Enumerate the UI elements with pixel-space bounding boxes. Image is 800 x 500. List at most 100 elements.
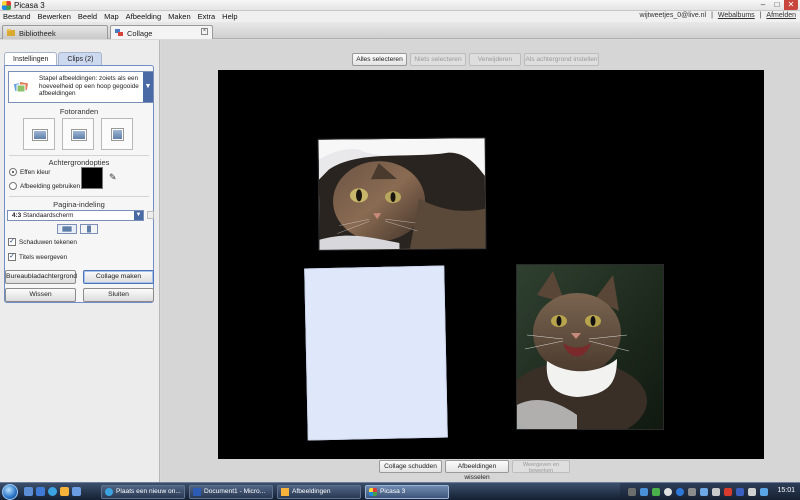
account-email: wijtweetjes_0@live.nl bbox=[639, 12, 707, 19]
logout-link[interactable]: Afmelden bbox=[766, 12, 796, 19]
menu-beeld[interactable]: Beeld bbox=[78, 12, 97, 21]
tray-icon[interactable] bbox=[736, 488, 744, 496]
menu-bestand[interactable]: Bestand bbox=[3, 12, 31, 21]
cat-photo-right[interactable] bbox=[516, 264, 664, 430]
use-image-label: Afbeelding gebruiken bbox=[20, 183, 81, 190]
menu-afbeelding[interactable]: Afbeelding bbox=[126, 12, 161, 21]
frame-polaroid-icon bbox=[33, 130, 47, 140]
collage-type-select[interactable]: Stapel afbeeldingen: zoiets als een hoev… bbox=[8, 71, 154, 103]
view-and-edit-button[interactable]: Weergeven en bewerken bbox=[512, 460, 570, 474]
collage-canvas[interactable] bbox=[218, 70, 764, 459]
close-tab-icon[interactable]: × bbox=[201, 28, 208, 35]
start-button[interactable] bbox=[2, 484, 18, 500]
picasa-icon bbox=[369, 488, 377, 496]
taskbar-item-label: Picasa 3 bbox=[380, 488, 406, 495]
picture-pile-icon bbox=[13, 80, 29, 93]
menu-maken[interactable]: Maken bbox=[168, 12, 191, 21]
solid-color-label: Effen kleur bbox=[20, 169, 51, 176]
view-and-edit-line2: bewerken bbox=[528, 468, 554, 474]
tray-icon[interactable] bbox=[652, 488, 660, 496]
page-format: Standaardscherm bbox=[23, 212, 74, 219]
select-none-button[interactable]: Niets selecteren bbox=[410, 53, 466, 66]
folder-quicklaunch-icon[interactable] bbox=[60, 487, 69, 496]
dropdown-arrow-icon[interactable]: ▼ bbox=[134, 211, 143, 220]
set-as-background-button[interactable]: Als achtergrond instellen bbox=[524, 53, 599, 66]
network-icon[interactable] bbox=[700, 488, 708, 496]
menu-separator: | bbox=[759, 12, 762, 19]
menu-help[interactable]: Help bbox=[222, 12, 237, 21]
window-title: Picasa 3 bbox=[14, 1, 45, 10]
frame-style-2-button[interactable] bbox=[62, 118, 94, 150]
taskbar-item-label: Document1 - Micro... bbox=[204, 488, 266, 495]
media-player-icon[interactable] bbox=[72, 487, 81, 496]
tray-icon[interactable] bbox=[688, 488, 696, 496]
frame-style-1-button[interactable] bbox=[23, 118, 55, 150]
tab-settings[interactable]: Instellingen bbox=[4, 52, 58, 65]
background-color-swatch[interactable] bbox=[81, 167, 103, 189]
internet-explorer-icon[interactable] bbox=[48, 487, 57, 496]
page-options-button[interactable] bbox=[147, 211, 154, 219]
close-window-icon[interactable]: ✕ bbox=[784, 0, 798, 10]
use-image-radio[interactable] bbox=[9, 182, 17, 190]
minimize-icon[interactable]: – bbox=[756, 0, 770, 10]
menu-extra[interactable]: Extra bbox=[198, 12, 216, 21]
menu-bewerken[interactable]: Bewerken bbox=[38, 12, 71, 21]
folder-icon bbox=[281, 488, 289, 496]
taskbar-item-picasa[interactable]: Picasa 3 bbox=[365, 485, 449, 499]
show-captions-checkbox[interactable]: ✓ bbox=[8, 253, 16, 261]
remove-button[interactable]: Verwijderen bbox=[469, 53, 521, 66]
web-albums-link[interactable]: Webalbums bbox=[718, 12, 755, 19]
cat-photo-top[interactable] bbox=[317, 137, 487, 251]
frame-none-icon bbox=[112, 129, 123, 140]
taskbar-item-forum[interactable]: Plaats een nieuw on... bbox=[101, 485, 185, 499]
portrait-orientation-button[interactable] bbox=[80, 224, 98, 234]
dropdown-arrow-icon[interactable]: ▼ bbox=[143, 72, 153, 102]
view-tabs: Bibliotheek Collage × bbox=[0, 22, 800, 39]
background-options-title: Achtergrondopties bbox=[48, 158, 110, 167]
tray-icon[interactable] bbox=[748, 488, 756, 496]
divider bbox=[9, 155, 149, 156]
tab-library[interactable]: Bibliotheek bbox=[2, 25, 108, 39]
maximize-icon[interactable]: □ bbox=[770, 0, 784, 10]
swap-images-button[interactable]: Afbeeldingen wisselen bbox=[445, 460, 509, 481]
tray-icon[interactable] bbox=[628, 488, 636, 496]
empty-photo-placeholder[interactable] bbox=[304, 265, 448, 441]
tray-icon[interactable] bbox=[724, 488, 732, 496]
draw-shadows-checkbox[interactable]: ✓ bbox=[8, 238, 16, 246]
browser-icon bbox=[105, 488, 113, 496]
volume-icon[interactable] bbox=[712, 488, 720, 496]
desktop-background-button[interactable]: Bureaubladachtergrond bbox=[5, 270, 77, 284]
tab-collage[interactable]: Collage × bbox=[110, 25, 213, 39]
close-button[interactable]: Sluiten bbox=[83, 288, 154, 302]
taskbar-item-word[interactable]: Document1 - Micro... bbox=[189, 485, 273, 499]
menu-map[interactable]: Map bbox=[104, 12, 119, 21]
page-ratio: 4:3 bbox=[12, 212, 22, 219]
tray-icon[interactable] bbox=[676, 488, 684, 496]
picasa-app-icon bbox=[2, 1, 11, 10]
panel-tabs: Instellingen Clips (2) bbox=[4, 52, 103, 65]
cat-meowing-image bbox=[517, 265, 663, 429]
tray-icon[interactable] bbox=[664, 488, 672, 496]
clock[interactable]: 15:01 bbox=[777, 487, 795, 494]
clear-button[interactable]: Wissen bbox=[5, 288, 76, 302]
taskbar-item-folder[interactable]: Afbeeldingen bbox=[277, 485, 361, 499]
landscape-orientation-button[interactable] bbox=[57, 224, 77, 234]
frame-style-3-button[interactable] bbox=[101, 118, 133, 150]
tray-icon[interactable] bbox=[640, 488, 648, 496]
make-collage-button[interactable]: Collage maken bbox=[83, 270, 154, 284]
collage-settings-panel: Instellingen Clips (2) Stapel afbeelding… bbox=[0, 40, 160, 482]
window-controls: – □ ✕ bbox=[756, 0, 798, 10]
shuffle-collage-button[interactable]: Collage schudden bbox=[379, 460, 442, 473]
solid-color-radio[interactable] bbox=[9, 168, 17, 176]
page-layout-title: Pagina-indeling bbox=[53, 200, 105, 209]
tray-icon[interactable] bbox=[760, 488, 768, 496]
tab-clips[interactable]: Clips (2) bbox=[58, 52, 103, 65]
taskbar-item-label: Plaats een nieuw on... bbox=[116, 488, 181, 495]
switch-windows-icon[interactable] bbox=[36, 487, 45, 496]
page-format-select[interactable]: 4:3 Standaardscherm ▼ bbox=[7, 210, 144, 221]
select-all-button[interactable]: Alles selecteren bbox=[352, 53, 407, 66]
show-desktop-icon[interactable] bbox=[24, 487, 33, 496]
word-icon bbox=[193, 488, 201, 496]
eyedropper-icon[interactable]: ✎ bbox=[109, 172, 117, 183]
tab-library-label: Bibliotheek bbox=[19, 29, 56, 38]
